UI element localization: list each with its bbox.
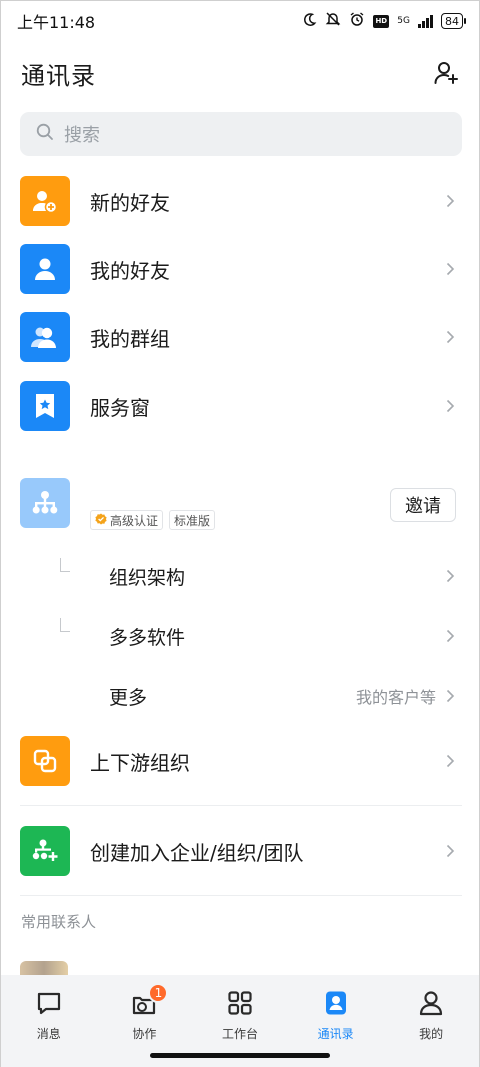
battery-indicator: 84	[441, 13, 466, 29]
chevron-right-icon	[444, 262, 456, 276]
menu-label: 新的好友	[90, 190, 170, 215]
tab-profile[interactable]: 我的	[383, 975, 479, 1045]
menu-label: 我的群组	[90, 326, 170, 351]
alarm-icon	[349, 11, 365, 31]
contact-avatar[interactable]	[20, 961, 68, 975]
menu-label: 上下游组织	[90, 750, 190, 775]
tab-collaboration[interactable]: 1 协作	[97, 975, 193, 1045]
certification-badge: 高级认证	[90, 510, 164, 530]
home-indicator[interactable]	[150, 1053, 330, 1058]
org-item-label: 组织架构	[109, 566, 186, 589]
message-icon	[35, 989, 63, 1021]
chevron-right-icon	[444, 194, 456, 208]
status-icons: HD 5G 84	[302, 11, 466, 31]
tab-messages[interactable]: 消息	[1, 975, 97, 1045]
menu-item-supply-chain[interactable]: 上下游组织	[20, 735, 462, 787]
org-item-structure[interactable]: 组织架构	[20, 556, 462, 596]
chevron-right-icon	[444, 689, 456, 703]
search-input[interactable]: 搜索	[20, 112, 462, 156]
search-icon	[36, 123, 54, 145]
tab-label: 消息	[36, 1027, 61, 1041]
page-header: 通讯录	[21, 53, 461, 93]
chevron-right-icon	[444, 569, 456, 583]
new-friend-icon	[20, 176, 70, 226]
menu-item-new-friends[interactable]: 新的好友	[20, 175, 462, 227]
create-org-icon	[20, 826, 70, 876]
menu-label: 创建加入企业/组织/团队	[90, 840, 304, 865]
divider	[20, 895, 462, 896]
search-placeholder: 搜索	[64, 125, 100, 146]
org-item-department[interactable]: 多多软件	[20, 616, 462, 656]
status-time: 上午11:48	[17, 13, 96, 32]
tab-label: 协作	[132, 1027, 157, 1041]
battery-level: 84	[445, 14, 459, 28]
org-item-label: 多多软件	[109, 626, 186, 649]
network-label: 5G	[397, 15, 410, 26]
certification-label: 高级认证	[110, 513, 159, 528]
menu-label: 我的好友	[90, 258, 170, 283]
add-contact-icon[interactable]	[433, 59, 461, 87]
chevron-right-icon	[444, 330, 456, 344]
signal-icon	[418, 14, 433, 28]
menu-label: 服务窗	[90, 395, 150, 420]
tab-workbench[interactable]: 工作台	[192, 975, 288, 1045]
status-bar: 上午11:48 HD 5G 84	[1, 1, 479, 41]
menu-item-my-friends[interactable]: 我的好友	[20, 243, 462, 295]
chevron-right-icon	[444, 844, 456, 858]
menu-item-my-groups[interactable]: 我的群组	[20, 311, 462, 363]
org-structure-icon	[20, 478, 70, 528]
org-item-hint: 我的客户等	[355, 688, 436, 707]
tree-connector	[60, 558, 70, 572]
workbench-icon	[226, 989, 254, 1021]
supply-chain-icon	[20, 736, 70, 786]
tab-label: 我的	[419, 1027, 444, 1041]
tab-label: 通讯录	[317, 1027, 354, 1041]
bottom-tab-bar: 消息 1 协作 工作台 通讯录 我的	[1, 975, 479, 1067]
verified-icon	[95, 513, 107, 528]
chevron-right-icon	[444, 754, 456, 768]
profile-icon	[417, 989, 445, 1021]
friends-icon	[20, 244, 70, 294]
contacts-icon	[322, 989, 350, 1021]
org-item-label: 更多	[109, 686, 148, 709]
edition-badge: 标准版	[169, 510, 216, 530]
frequent-contacts-title: 常用联系人	[21, 913, 97, 931]
page-title: 通讯录	[21, 61, 96, 90]
network-type: 5G	[397, 15, 410, 26]
group-icon	[20, 312, 70, 362]
chevron-right-icon	[444, 629, 456, 643]
menu-item-service-window[interactable]: 服务窗	[20, 380, 462, 432]
organization-name	[90, 486, 270, 500]
mute-icon	[325, 11, 341, 31]
service-window-icon	[20, 381, 70, 431]
organization-card[interactable]: 高级认证 标准版 邀请	[20, 478, 462, 536]
hd-icon: HD	[373, 14, 390, 28]
tab-label: 工作台	[221, 1027, 258, 1041]
collaboration-badge: 1	[148, 983, 169, 1003]
divider	[20, 805, 462, 806]
invite-button[interactable]: 邀请	[390, 488, 456, 522]
chevron-right-icon	[444, 399, 456, 413]
moon-icon	[302, 12, 317, 31]
tree-connector	[60, 618, 70, 632]
org-item-more[interactable]: 更多 我的客户等	[20, 676, 462, 716]
tab-contacts[interactable]: 通讯录	[288, 975, 384, 1045]
menu-item-create-join-org[interactable]: 创建加入企业/组织/团队	[20, 825, 462, 877]
